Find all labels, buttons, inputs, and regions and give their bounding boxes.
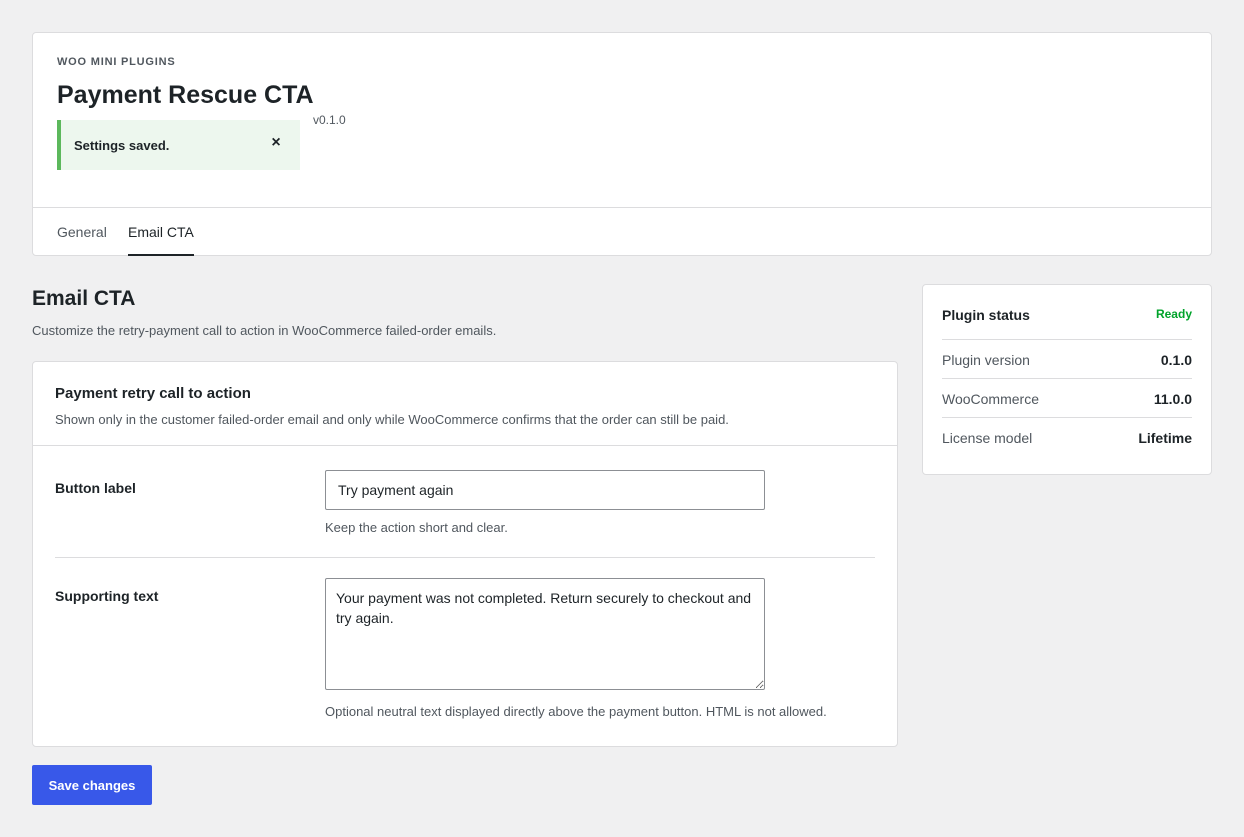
status-badge: Ready: [1155, 307, 1192, 321]
settings-card: Payment retry call to action Shown only …: [32, 361, 898, 747]
close-icon[interactable]: ×: [268, 134, 284, 152]
status-value: 0.1.0: [1160, 352, 1192, 368]
card-description: Shown only in the customer failed-order …: [55, 412, 729, 427]
plugin-status-card: Plugin status Ready Plugin version 0.1.0…: [922, 284, 1212, 475]
status-value: Lifetime: [1138, 430, 1192, 446]
card-header: Payment retry call to action Shown only …: [33, 362, 897, 446]
settings-saved-notice: Settings saved. ×: [57, 120, 300, 170]
status-key: Plugin version: [942, 352, 1030, 368]
tab-general[interactable]: General: [57, 224, 107, 254]
button-label-label: Button label: [55, 480, 136, 496]
brand-eyebrow: WOO MINI PLUGINS: [57, 56, 176, 68]
status-key: WooCommerce: [942, 391, 1039, 407]
button-label-input[interactable]: [325, 470, 765, 510]
status-row-license-model: License model Lifetime: [942, 418, 1192, 457]
version-label: v0.1.0: [313, 113, 346, 127]
supporting-text-textarea[interactable]: Your payment was not completed. Return s…: [325, 578, 765, 690]
section-description: Customize the retry-payment call to acti…: [32, 323, 497, 338]
save-changes-button[interactable]: Save changes: [32, 765, 152, 805]
status-key: License model: [942, 430, 1033, 446]
status-row-woocommerce: WooCommerce 11.0.0: [942, 379, 1192, 418]
notice-text: Settings saved.: [74, 138, 170, 153]
tab-bar: General Email CTA: [33, 207, 1211, 256]
page-title: Payment Rescue CTA: [57, 81, 314, 109]
supporting-text-help: Optional neutral text displayed directly…: [325, 704, 827, 719]
status-title: Plugin status: [942, 307, 1030, 323]
status-header: Plugin status Ready: [942, 285, 1192, 340]
button-label-help: Keep the action short and clear.: [325, 520, 508, 535]
card-title: Payment retry call to action: [55, 385, 251, 402]
section-title: Email CTA: [32, 287, 136, 310]
header-card: WOO MINI PLUGINS Payment Rescue CTA v0.1…: [32, 32, 1212, 256]
status-row-plugin-version: Plugin version 0.1.0: [942, 340, 1192, 379]
status-value: 11.0.0: [1153, 391, 1192, 407]
divider: [55, 557, 875, 558]
tab-email-cta[interactable]: Email CTA: [128, 224, 194, 256]
supporting-text-label: Supporting text: [55, 588, 159, 604]
